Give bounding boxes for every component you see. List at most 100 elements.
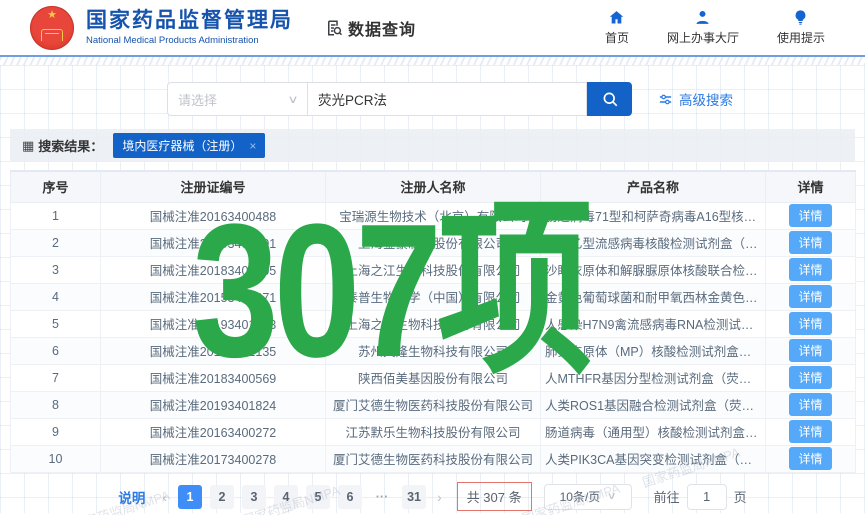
search-button[interactable] (587, 82, 632, 116)
total-count-highlight: 共 307 条 (457, 482, 532, 511)
page-size-value: 10条/页 (560, 488, 601, 505)
cell-product: 肺炎支原体（MP）核酸检测试剂盒（荧光P... (541, 337, 766, 364)
page-button-1[interactable]: 1 (178, 485, 202, 509)
org-name-en: National Medical Products Administration (86, 35, 293, 46)
cell-index: 1 (11, 202, 101, 229)
header: ★ 国家药品监督管理局 National Medical Products Ad… (0, 0, 865, 57)
cell-company: 苏州天隆生物科技有限公司 (326, 337, 541, 364)
search-results-bar: ▦ 搜索结果： 境内医疗器械（注册） × (10, 129, 855, 162)
tag-close-icon[interactable]: × (249, 139, 256, 153)
detail-button[interactable]: 详情 (789, 258, 831, 281)
nmpa-data-query-page: ★ 国家药品监督管理局 National Medical Products Ad… (0, 0, 865, 515)
cell-reg-no: 国械注准20193400891 (101, 229, 326, 256)
cell-reg-no: 国械注准20153400271 (101, 283, 326, 310)
cell-reg-no: 国械注准20163400488 (101, 202, 326, 229)
grid-icon: ▦ (22, 138, 34, 154)
cell-product: 人类ROS1基因融合检测试剂盒（荧光PC... (541, 391, 766, 418)
cell-index: 3 (11, 256, 101, 283)
advanced-search-label: 高级搜索 (679, 89, 733, 109)
header-nav: 首页 网上办事大厅 使用提示 (605, 9, 825, 46)
table-row: 9 国械注准20163400272 江苏默乐生物科技股份有限公司 肠道病毒（通用… (11, 418, 856, 445)
page-button-31[interactable]: 31 (402, 485, 426, 509)
goto-prefix: 前往 (654, 487, 680, 506)
detail-button[interactable]: 详情 (789, 339, 831, 362)
table-row: 6 国械注准20153402135 苏州天隆生物科技有限公司 肺炎支原体（MP）… (11, 337, 856, 364)
page-button-6[interactable]: 6 (338, 485, 362, 509)
nav-usage-tips-label: 使用提示 (777, 29, 825, 46)
home-icon (608, 9, 625, 26)
table-row: 2 国械注准20193400891 上海金豪制药股份有限公司 甲、乙型流感病毒核… (11, 229, 856, 256)
nav-home-label: 首页 (605, 29, 629, 46)
table-row: 3 国械注准20183401705 上海之江生物科技股份有限公司 沙眼衣原体和解… (11, 256, 856, 283)
cell-company: 泰普生物科学（中国）有限公司 (326, 283, 541, 310)
filter-tag-domestic-device[interactable]: 境内医疗器械（注册） × (113, 133, 265, 158)
cell-company: 上海之江生物科技股份有限公司 (326, 256, 541, 283)
cell-reg-no: 国械注准20183401705 (101, 256, 326, 283)
cell-company: 江苏默乐生物科技股份有限公司 (326, 418, 541, 445)
page-button-2[interactable]: 2 (210, 485, 234, 509)
lightbulb-icon (792, 9, 809, 26)
page-ellipsis[interactable]: ··· (370, 485, 394, 509)
filter-sliders-icon (658, 92, 673, 107)
goto-suffix: 页 (734, 487, 747, 506)
note-link[interactable]: 说明 (118, 487, 145, 507)
col-header-index: 序号 (11, 171, 101, 202)
detail-button[interactable]: 详情 (789, 366, 831, 389)
page-button-4[interactable]: 4 (274, 485, 298, 509)
results-label: 搜索结果： (38, 136, 103, 155)
cell-product: 人感染H7N9禽流感病毒RNA检测试剂盒... (541, 310, 766, 337)
org-title-block: 国家药品监督管理局 National Medical Products Admi… (86, 9, 293, 46)
filter-tag-label: 境内医疗器械（注册） (122, 137, 242, 154)
detail-button[interactable]: 详情 (789, 393, 831, 416)
table-row: 5 国械注准20193401503 上海之江生物科技股份有限公司 人感染H7N9… (11, 310, 856, 337)
table-body: 1 国械注准20163400488 宝瑞源生物技术（北京）有限公司 肠道病毒71… (11, 202, 856, 472)
table-row: 1 国械注准20163400488 宝瑞源生物技术（北京）有限公司 肠道病毒71… (11, 202, 856, 229)
col-header-reg-no: 注册证编号 (101, 171, 326, 202)
cell-index: 2 (11, 229, 101, 256)
goto-page-input[interactable] (687, 484, 727, 510)
cell-reg-no: 国械注准20163400272 (101, 418, 326, 445)
detail-button[interactable]: 详情 (789, 204, 831, 227)
detail-button[interactable]: 详情 (789, 285, 831, 308)
module-title: 数据查询 (348, 16, 416, 40)
col-header-detail: 详情 (766, 171, 856, 202)
cell-reg-no: 国械注准20193401503 (101, 310, 326, 337)
prev-page-button[interactable]: ‹ (159, 489, 170, 505)
cell-product: 人MTHFR基因分型检测试剂盒（荧光PC... (541, 364, 766, 391)
table-row: 10 国械注准20173400278 厦门艾德生物医药科技股份有限公司 人类PI… (11, 445, 856, 472)
cell-index: 10 (11, 445, 101, 472)
advanced-search-link[interactable]: 高级搜索 (658, 89, 733, 109)
nav-service-hall-label: 网上办事大厅 (667, 29, 739, 46)
col-header-company: 注册人名称 (326, 171, 541, 202)
search-input[interactable] (308, 82, 587, 116)
detail-button[interactable]: 详情 (789, 447, 831, 470)
main-content: 请选择 ∨ 高级搜索 (0, 65, 865, 513)
nav-home[interactable]: 首页 (605, 9, 629, 46)
cell-product: 甲、乙型流感病毒核酸检测试剂盒（荧光PC... (541, 229, 766, 256)
cell-reg-no: 国械注准20183400569 (101, 364, 326, 391)
pagination-bar: 说明 ‹ 1 2 3 4 5 6 ··· 31 › 共 307 条 10条/页 … (0, 482, 865, 512)
page-button-3[interactable]: 3 (242, 485, 266, 509)
nav-service-hall[interactable]: 网上办事大厅 (667, 9, 739, 46)
category-select[interactable]: 请选择 ∨ (167, 82, 308, 116)
emblem-star-icon: ★ (47, 10, 57, 21)
table-header: 序号 注册证编号 注册人名称 产品名称 详情 (11, 171, 856, 202)
results-table: 序号 注册证编号 注册人名称 产品名称 详情 1 国械注准20163400488… (10, 170, 856, 473)
detail-button[interactable]: 详情 (789, 231, 831, 254)
table-row: 4 国械注准20153400271 泰普生物科学（中国）有限公司 金黄色葡萄球菌… (11, 283, 856, 310)
col-header-product: 产品名称 (541, 171, 766, 202)
cell-product: 肠道病毒（通用型）核酸检测试剂盒（荧光P... (541, 418, 766, 445)
cell-product: 人类PIK3CA基因突变检测试剂盒（荧光... (541, 445, 766, 472)
person-icon (694, 9, 711, 26)
cell-company: 宝瑞源生物技术（北京）有限公司 (326, 202, 541, 229)
page-button-5[interactable]: 5 (306, 485, 330, 509)
detail-button[interactable]: 详情 (789, 420, 831, 443)
nav-usage-tips[interactable]: 使用提示 (777, 9, 825, 46)
org-name-cn: 国家药品监督管理局 (86, 9, 293, 33)
cell-company: 陕西佰美基因股份有限公司 (326, 364, 541, 391)
cell-index: 9 (11, 418, 101, 445)
cell-product: 金黄色葡萄球菌和耐甲氧西林金黄色葡萄球菌... (541, 283, 766, 310)
page-size-select[interactable]: 10条/页 ∨ (544, 484, 632, 510)
next-page-button[interactable]: › (434, 489, 445, 505)
detail-button[interactable]: 详情 (789, 312, 831, 335)
